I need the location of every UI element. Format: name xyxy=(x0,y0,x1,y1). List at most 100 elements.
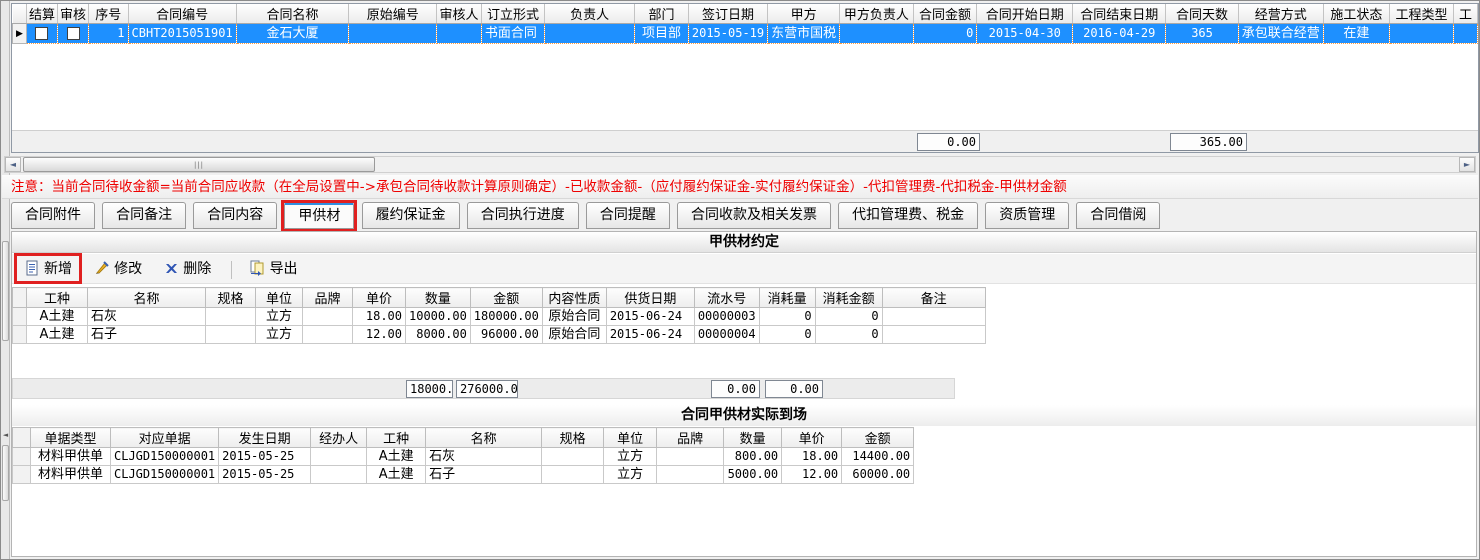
cell-remark[interactable] xyxy=(882,326,985,344)
cell-auditor[interactable] xyxy=(437,24,482,44)
col-header-name[interactable]: 名称 xyxy=(88,288,206,308)
cell-unit-price[interactable]: 18.00 xyxy=(353,308,406,326)
cell-supply-date[interactable]: 2015-06-24 xyxy=(606,308,694,326)
cell-project-type[interactable] xyxy=(1390,24,1454,44)
tab-withheld-fees-taxes[interactable]: 代扣管理费、税金 xyxy=(838,202,978,229)
cell-handler[interactable] xyxy=(311,466,367,484)
col-header-content-nature[interactable]: 内容性质 xyxy=(542,288,606,308)
cell-amount[interactable]: 180000.00 xyxy=(470,308,542,326)
cell-worktype[interactable]: A土建 xyxy=(27,326,88,344)
col-header-partial[interactable]: 工 xyxy=(1453,4,1477,24)
delete-button[interactable]: 删除 xyxy=(160,257,219,281)
col-header-spec[interactable]: 规格 xyxy=(206,288,256,308)
col-header-name[interactable]: 名称 xyxy=(426,428,542,448)
tab-contract-reminder[interactable]: 合同提醒 xyxy=(586,202,670,229)
horizontal-scrollbar[interactable]: ◄ ||| ► xyxy=(4,156,1476,173)
col-header-unit[interactable]: 单位 xyxy=(604,428,657,448)
cell-quantity[interactable]: 10000.00 xyxy=(406,308,471,326)
cell-brand[interactable] xyxy=(657,466,724,484)
col-header-form[interactable]: 订立形式 xyxy=(481,4,544,24)
col-header-settle[interactable]: 结算 xyxy=(26,4,57,24)
cell-serial-no[interactable]: 00000004 xyxy=(694,326,759,344)
audit-checkbox[interactable] xyxy=(67,27,80,40)
col-header-supply-date[interactable]: 供货日期 xyxy=(606,288,694,308)
cell-related-doc[interactable]: CLJGD150000001 xyxy=(111,448,219,466)
col-header-department[interactable]: 部门 xyxy=(635,4,689,24)
cell-related-doc[interactable]: CLJGD150000001 xyxy=(111,466,219,484)
col-header-brand[interactable]: 品牌 xyxy=(303,288,353,308)
col-header-sign-date[interactable]: 签订日期 xyxy=(688,4,767,24)
col-header-project-type[interactable]: 工程类型 xyxy=(1390,4,1454,24)
col-header-occur-date[interactable]: 发生日期 xyxy=(219,428,311,448)
agreement-row[interactable]: A土建 石灰 立方 18.00 10000.00 180000.00 原始合同 … xyxy=(13,308,986,326)
contract-row-selected[interactable]: ▶ 1 CBHT2015051901 金石大厦 书面合同 项目部 2015-05… xyxy=(13,24,1478,44)
add-button[interactable]: 新增 xyxy=(20,257,80,281)
col-header-unit[interactable]: 单位 xyxy=(256,288,303,308)
col-header-doc-type[interactable]: 单据类型 xyxy=(31,428,111,448)
cell-unit-price[interactable]: 18.00 xyxy=(782,448,842,466)
cell-sign-date[interactable]: 2015-05-19 xyxy=(688,24,767,44)
tab-owner-supplied-material[interactable]: 甲供材 xyxy=(284,202,354,229)
cell-quantity[interactable]: 800.00 xyxy=(724,448,782,466)
col-header-construction-status[interactable]: 施工状态 xyxy=(1323,4,1389,24)
cell-unit[interactable]: 立方 xyxy=(604,448,657,466)
tab-execution-progress[interactable]: 合同执行进度 xyxy=(467,202,579,229)
cell-name[interactable]: 石灰 xyxy=(88,308,206,326)
col-header-seq[interactable]: 序号 xyxy=(89,4,129,24)
cell-doc-type[interactable]: 材料甲供单 xyxy=(31,448,111,466)
cell-serial-no[interactable]: 00000003 xyxy=(694,308,759,326)
cell-consumed-amount[interactable]: 0 xyxy=(815,326,882,344)
cell-unit[interactable]: 立方 xyxy=(604,466,657,484)
cell-party-a-manager[interactable] xyxy=(840,24,913,44)
cell-amount[interactable]: 60000.00 xyxy=(842,466,914,484)
col-header-consumed-qty[interactable]: 消耗量 xyxy=(759,288,815,308)
cell-doc-type[interactable]: 材料甲供单 xyxy=(31,466,111,484)
cell-occur-date[interactable]: 2015-05-25 xyxy=(219,466,311,484)
tab-contract-remark[interactable]: 合同备注 xyxy=(102,202,186,229)
cell-spec[interactable] xyxy=(206,326,256,344)
col-header-serial-no[interactable]: 流水号 xyxy=(694,288,759,308)
col-header-remark[interactable]: 备注 xyxy=(882,288,985,308)
col-header-contract-name[interactable]: 合同名称 xyxy=(236,4,349,24)
col-header-unit-price[interactable]: 单价 xyxy=(353,288,406,308)
settle-checkbox-cell[interactable] xyxy=(26,24,57,44)
cell-consumed-qty[interactable]: 0 xyxy=(759,326,815,344)
scroll-right-icon[interactable]: ► xyxy=(1459,157,1475,172)
tab-contract-attachment[interactable]: 合同附件 xyxy=(11,202,95,229)
col-header-days[interactable]: 合同天数 xyxy=(1166,4,1238,24)
cell-days[interactable]: 365 xyxy=(1166,24,1238,44)
cell-form[interactable]: 书面合同 xyxy=(481,24,544,44)
col-header-handler[interactable]: 经办人 xyxy=(311,428,367,448)
cell-worktype[interactable]: A土建 xyxy=(367,448,426,466)
col-header-start-date[interactable]: 合同开始日期 xyxy=(977,4,1073,24)
cell-seq[interactable]: 1 xyxy=(89,24,129,44)
modify-button[interactable]: 修改 xyxy=(90,257,150,281)
cell-name[interactable]: 石子 xyxy=(426,466,542,484)
col-header-quantity[interactable]: 数量 xyxy=(724,428,782,448)
cell-spec[interactable] xyxy=(542,466,604,484)
col-header-amount[interactable]: 合同金额 xyxy=(913,4,977,24)
cell-manager[interactable] xyxy=(545,24,635,44)
cell-amount[interactable]: 96000.00 xyxy=(470,326,542,344)
cell-quantity[interactable]: 8000.00 xyxy=(406,326,471,344)
cell-occur-date[interactable]: 2015-05-25 xyxy=(219,448,311,466)
cell-extra[interactable] xyxy=(1453,24,1477,44)
cell-contract-no[interactable]: CBHT2015051901 xyxy=(128,24,236,44)
agreement-row[interactable]: A土建 石子 立方 12.00 8000.00 96000.00 原始合同 20… xyxy=(13,326,986,344)
col-header-related-doc[interactable]: 对应单据 xyxy=(111,428,219,448)
cell-operation-mode[interactable]: 承包联合经营 xyxy=(1238,24,1323,44)
col-header-unit-price[interactable]: 单价 xyxy=(782,428,842,448)
col-header-spec[interactable]: 规格 xyxy=(542,428,604,448)
cell-start-date[interactable]: 2015-04-30 xyxy=(977,24,1073,44)
cell-department[interactable]: 项目部 xyxy=(635,24,689,44)
cell-party-a[interactable]: 东营市国税 xyxy=(768,24,840,44)
col-header-operation-mode[interactable]: 经营方式 xyxy=(1238,4,1323,24)
horizontal-scrollbar-thumb[interactable]: ||| xyxy=(23,157,375,172)
col-header-audit[interactable]: 审核 xyxy=(58,4,89,24)
col-header-amount[interactable]: 金额 xyxy=(842,428,914,448)
cell-brand[interactable] xyxy=(303,326,353,344)
cell-original-no[interactable] xyxy=(349,24,437,44)
cell-remark[interactable] xyxy=(882,308,985,326)
cell-unit-price[interactable]: 12.00 xyxy=(782,466,842,484)
cell-brand[interactable] xyxy=(657,448,724,466)
